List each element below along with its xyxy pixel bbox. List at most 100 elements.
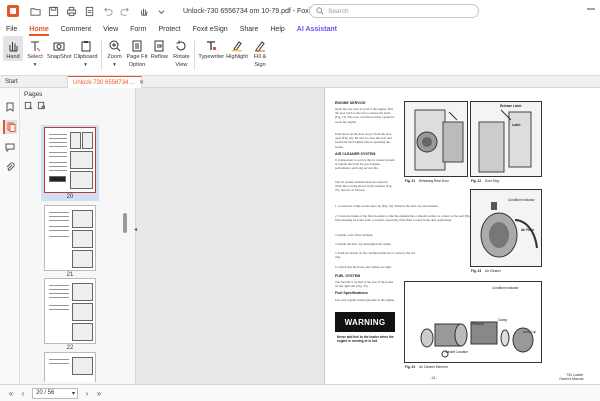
menu-comment[interactable]: Comment xyxy=(61,26,91,33)
pages-panel-tools xyxy=(24,101,46,110)
highlight-label: Highlight xyxy=(226,54,248,60)
document-view[interactable]: ENGINE SERVICE Open the rear door to ser… xyxy=(137,88,600,384)
zoom-button[interactable]: Zoom ▾ xyxy=(105,36,125,69)
figure-22-caption: Door Stop xyxy=(485,179,500,183)
comments-icon[interactable] xyxy=(3,140,17,154)
dust-cup-label: Dust Cup xyxy=(523,330,537,334)
pdf-page: ENGINE SERVICE Open the rear door to ser… xyxy=(324,88,600,384)
highlight-button[interactable]: Highlight xyxy=(226,36,248,61)
first-page-icon[interactable]: « xyxy=(5,387,17,399)
menu-home[interactable]: Home xyxy=(29,26,50,36)
page-options-icon[interactable] xyxy=(24,101,33,110)
page-thumbnail-image xyxy=(44,352,96,382)
tab-document[interactable]: Unlock-730 6556734 ... ✕ xyxy=(68,76,144,88)
menu-ai-assistant[interactable]: AI Assistant xyxy=(297,26,337,33)
save-icon[interactable] xyxy=(45,3,61,19)
last-page-icon[interactable]: » xyxy=(93,387,105,399)
search-input[interactable]: Search xyxy=(309,4,479,18)
page-fit-option-label: Option xyxy=(128,62,146,68)
next-page-icon[interactable]: › xyxy=(81,387,93,399)
pages-panel-scrollbar[interactable] xyxy=(122,118,128,380)
page-fit-option-button[interactable]: Page Fit Option xyxy=(127,36,147,69)
menu-form[interactable]: Form xyxy=(130,26,146,33)
typewriter-icon xyxy=(204,39,218,53)
figure-23-caption: Air Cleaner xyxy=(485,269,501,273)
open-folder-icon[interactable] xyxy=(27,3,43,19)
pages-icon[interactable] xyxy=(3,120,17,134)
close-icon[interactable]: ✕ xyxy=(139,79,144,86)
reflow-label: Reflow xyxy=(150,54,168,60)
page-thumbnail-number: 22 xyxy=(66,345,74,351)
attachment-icon[interactable] xyxy=(3,160,17,174)
reflow-button[interactable]: Reflow xyxy=(149,36,169,61)
step-6: 6. Check that the hoses and clamps are t… xyxy=(335,265,392,269)
menu-file[interactable]: File xyxy=(6,26,17,33)
step-3: 3. Install a new filter element. xyxy=(335,233,374,237)
redo-icon[interactable] xyxy=(117,3,133,19)
fill-sign-button[interactable]: Fill & Sign xyxy=(250,36,270,69)
fill-sign-label-2: Sign xyxy=(254,62,266,68)
menu-help[interactable]: Help xyxy=(270,26,284,33)
snapshot-label: SnapShot xyxy=(47,54,72,60)
snapshot-button[interactable]: SnapShot xyxy=(47,36,72,61)
search-icon xyxy=(316,7,324,15)
rotate-icon xyxy=(174,39,188,53)
element-text: The air cleaner element must be replaced… xyxy=(335,180,393,193)
page-fit-icon xyxy=(130,39,144,53)
menu-protect[interactable]: Protect xyxy=(158,26,180,33)
page-dropdown-icon[interactable]: ▾ xyxy=(72,390,75,397)
undo-icon[interactable] xyxy=(99,3,115,19)
hand-tool-icon[interactable] xyxy=(135,3,151,19)
page-number-input[interactable]: 20 / 56 ▾ xyxy=(32,387,78,399)
new-document-icon[interactable] xyxy=(81,3,97,19)
fuel-spec-text: Use only regular leaded gasoline in the … xyxy=(335,298,395,302)
page-thumbnail[interactable]: 22 xyxy=(44,278,96,352)
clamp-label: Clamp xyxy=(498,318,508,322)
scrollbar-thumb[interactable] xyxy=(123,213,127,233)
chevron-down-icon[interactable] xyxy=(153,3,169,19)
clipboard-button[interactable]: Clipboard ▾ xyxy=(74,36,98,69)
hand-icon xyxy=(6,39,20,53)
previous-page-icon[interactable]: ‹ xyxy=(17,387,29,399)
page-thumbnail[interactable]: 20 xyxy=(41,125,99,201)
select-button[interactable]: Select ▾ xyxy=(25,36,45,69)
pages-panel: Pages 20 21 22 xyxy=(20,88,136,384)
page-thumbnail[interactable]: 21 xyxy=(44,205,96,279)
page-thumbnail-number: 20 xyxy=(66,194,74,200)
page-thumbnail-image xyxy=(44,205,96,271)
select-chevron-icon: ▾ xyxy=(33,62,37,68)
fuel-system-text: The fuel fill is located at the rear of … xyxy=(335,280,394,289)
ribbon-divider xyxy=(100,40,102,70)
step-5: 5. Push the button on the condition indi… xyxy=(335,251,415,260)
page-number-value: 20 / 56 xyxy=(36,390,55,396)
page-search-icon[interactable] xyxy=(37,101,46,110)
search-placeholder: Search xyxy=(328,7,349,15)
step-4: 4. Install the dust cup and tighten the … xyxy=(335,242,392,246)
figure-22 xyxy=(470,101,542,177)
foxit-logo-icon xyxy=(7,5,19,17)
minimize-icon[interactable] xyxy=(586,4,596,14)
title-bar: Unlock-730 6556734 om 10-79.pdf - Foxit … xyxy=(0,0,600,22)
air-filter-label: Air Filter xyxy=(521,228,535,232)
figure-21-caption: Releasing Rear Door xyxy=(419,179,449,183)
footer-manual: Owner's Manual xyxy=(559,377,584,382)
rotate-view-button[interactable]: Rotate View xyxy=(171,36,191,69)
typewriter-button[interactable]: Typewriter xyxy=(198,36,224,61)
bookmark-icon[interactable] xyxy=(3,100,17,114)
figure-24-label: Fig. 24 xyxy=(405,365,416,369)
air-cleaner-text: It is important to service the air clean… xyxy=(335,158,395,171)
clipboard-chevron-icon: ▾ xyxy=(84,62,87,68)
clipboard-label: Clipboard xyxy=(73,54,98,60)
hand-label: Hand xyxy=(6,54,20,60)
menu-view[interactable]: View xyxy=(103,26,118,33)
rotate-label: Rotate xyxy=(173,54,190,60)
menu-foxit-esign[interactable]: Foxit eSign xyxy=(193,26,228,33)
zoom-icon xyxy=(108,39,122,53)
condition-indicator-label: Condition Indicator xyxy=(508,198,535,202)
latch-label: Latch xyxy=(512,123,521,127)
page-thumbnail[interactable] xyxy=(44,352,96,382)
hand-button[interactable]: Hand xyxy=(3,36,23,61)
print-icon[interactable] xyxy=(63,3,79,19)
tab-start[interactable]: Start xyxy=(0,76,68,88)
menu-share[interactable]: Share xyxy=(240,26,259,33)
